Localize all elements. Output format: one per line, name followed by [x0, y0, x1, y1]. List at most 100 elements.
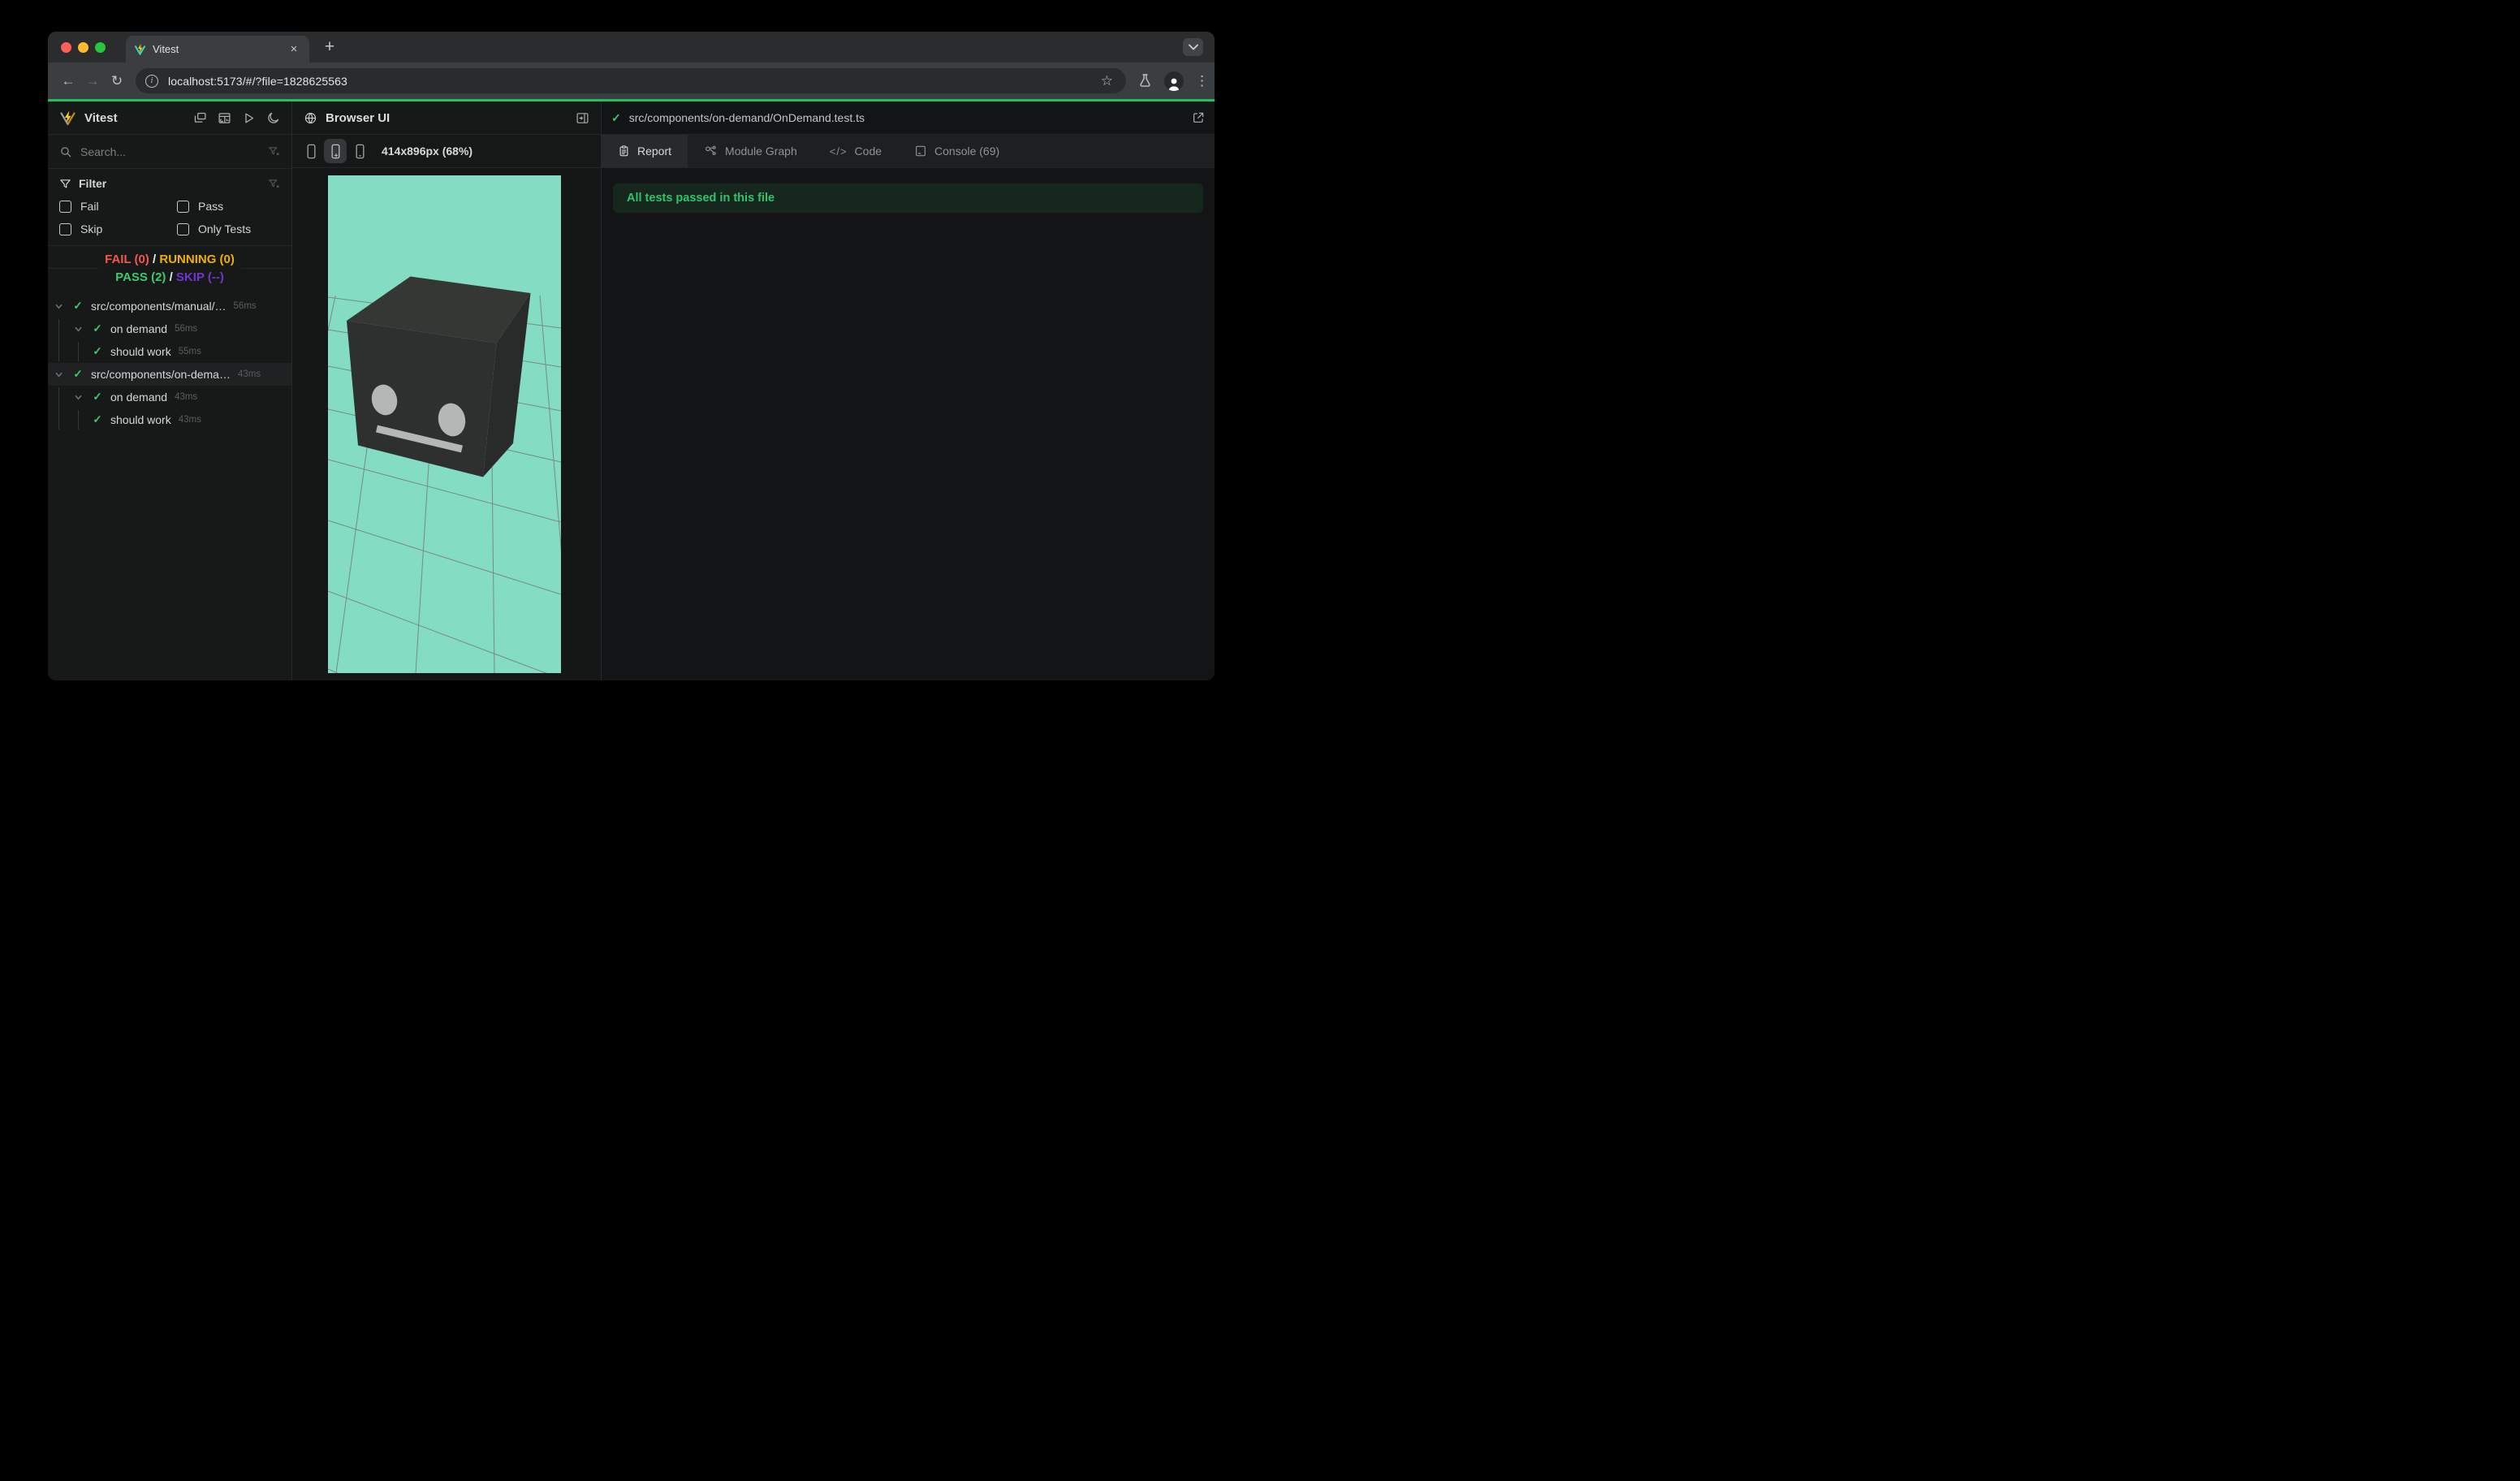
chevron-down-icon[interactable] [54, 370, 64, 379]
chevron-down-icon[interactable] [73, 325, 84, 334]
tree-row-test[interactable]: ✓ should work 43ms [48, 408, 291, 431]
sidebar-title: Vitest [84, 110, 118, 125]
device-phone-plus-button[interactable] [324, 139, 347, 163]
tab-close-icon[interactable]: × [287, 42, 301, 56]
globe-icon [304, 111, 317, 125]
dark-mode-moon-icon[interactable] [266, 111, 280, 125]
url-text[interactable]: localhost:5173/#/?file=1828625563 [168, 75, 1101, 88]
minimize-window-button[interactable] [78, 42, 88, 53]
pass-count: PASS (2) [115, 270, 166, 284]
browser-ui-title: Browser UI [326, 110, 391, 125]
filter-header: Filter [59, 177, 280, 190]
filter-option-fail[interactable]: Fail [59, 200, 177, 213]
zoom-window-button[interactable] [95, 42, 106, 53]
filter-section: Filter Fail Pass Skip Only Tests [48, 169, 291, 246]
test-suite-name: on demand [110, 391, 168, 404]
test-summary: FAIL (0) / RUNNING (0) PASS (2) / SKIP (… [48, 246, 291, 293]
summary-line-1: FAIL (0) / RUNNING (0) [48, 251, 291, 270]
search-input[interactable] [80, 145, 268, 158]
test-suite-name: on demand [110, 322, 168, 335]
toolbar-right-icons: ⋮ [1137, 71, 1209, 91]
device-phone-dock-button[interactable] [348, 139, 371, 163]
pass-check-icon: ✓ [73, 300, 83, 312]
ui-layout-icon[interactable] [193, 111, 207, 125]
back-button[interactable]: ← [56, 69, 80, 93]
clear-filter-icon[interactable] [268, 178, 280, 190]
filter-options: Fail Pass Skip Only Tests [59, 200, 280, 235]
test-tree: ✓ src/components/manual/… 56ms ✓ on dema… [48, 295, 291, 431]
open-external-icon[interactable] [1192, 111, 1205, 124]
dashboard-icon[interactable] [218, 111, 231, 125]
sidebar: Vitest Search... Filter Fail Pass Skip O… [48, 101, 292, 680]
panel-right-icon[interactable] [576, 111, 589, 125]
device-phone-small-button[interactable] [300, 139, 322, 163]
chrome-menu-icon[interactable]: ⋮ [1195, 73, 1209, 89]
filter-label: Fail [80, 200, 99, 213]
sidebar-header: Vitest [48, 101, 291, 135]
funnel-icon [59, 178, 71, 190]
tab-console[interactable]: Console (69) [898, 135, 1016, 167]
tree-row-test[interactable]: ✓ should work 55ms [48, 340, 291, 363]
summary-line-2: PASS (2) / SKIP (--) [48, 269, 291, 287]
filter-label: Pass [198, 200, 224, 213]
search-row [48, 135, 291, 169]
test-case-name: should work [110, 345, 171, 358]
tab-module-graph[interactable]: Module Graph [688, 135, 813, 167]
traffic-lights [61, 42, 106, 53]
chevron-down-icon[interactable] [73, 393, 84, 402]
browser-ui-panel: Browser UI 414x896px (68%) [292, 101, 602, 680]
filter-option-pass[interactable]: Pass [177, 200, 280, 213]
test-case-name: should work [110, 413, 171, 426]
tree-row-suite[interactable]: ✓ on demand 43ms [48, 386, 291, 408]
tree-row-suite[interactable]: ✓ on demand 56ms [48, 317, 291, 340]
checkbox-pass[interactable] [177, 200, 189, 213]
tab-search-button[interactable] [1183, 38, 1203, 56]
tab-code[interactable]: </> Code [813, 135, 898, 167]
test-duration: 43ms [175, 392, 198, 402]
bookmark-star-icon[interactable]: ☆ [1101, 73, 1113, 89]
skip-count: SKIP (--) [175, 270, 224, 284]
report-tabs: Report Module Graph </> Code Console (69… [602, 135, 1215, 168]
browser-window: Vitest × + ← → ↻ i localhost:5173/#/?fil… [48, 32, 1215, 680]
clear-filter-icon[interactable] [268, 145, 280, 158]
test-file-name: src/components/on-dema… [91, 368, 231, 381]
report-body: All tests passed in this file [602, 168, 1215, 680]
test-duration: 56ms [233, 301, 257, 311]
report-panel: ✓ src/components/on-demand/OnDemand.test… [602, 101, 1215, 680]
chevron-down-icon[interactable] [54, 302, 64, 311]
experiments-flask-icon[interactable] [1137, 73, 1153, 89]
filter-label: Skip [80, 222, 103, 235]
test-duration: 43ms [237, 369, 261, 379]
fail-count: FAIL (0) [105, 253, 149, 266]
tree-row-file-selected[interactable]: ✓ src/components/on-dema… 43ms [48, 363, 291, 386]
checkbox-skip[interactable] [59, 222, 71, 235]
filter-option-only-tests[interactable]: Only Tests [177, 222, 280, 235]
browser-toolbar: ← → ↻ i localhost:5173/#/?file=182862556… [48, 63, 1215, 99]
checkbox-only-tests[interactable] [177, 222, 189, 235]
test-duration: 56ms [175, 324, 198, 334]
browser-ui-header: Browser UI [292, 101, 601, 135]
forward-button[interactable]: → [80, 69, 105, 93]
tree-row-file[interactable]: ✓ src/components/manual/… 56ms [48, 295, 291, 317]
app-content: Vitest Search... Filter Fail Pass Skip O… [48, 101, 1215, 680]
tab-report[interactable]: Report [602, 135, 688, 167]
run-all-icon[interactable] [242, 111, 256, 125]
filter-option-skip[interactable]: Skip [59, 222, 177, 235]
test-duration: 43ms [178, 415, 201, 425]
new-tab-button[interactable]: + [319, 36, 340, 58]
robot-cube-scene [328, 175, 561, 673]
profile-avatar[interactable] [1164, 71, 1184, 91]
test-duration: 55ms [178, 347, 201, 356]
pass-check-icon: ✓ [73, 368, 83, 380]
browser-tab[interactable]: Vitest × [126, 36, 309, 63]
checkbox-fail[interactable] [59, 200, 71, 213]
reload-button[interactable]: ↻ [105, 69, 129, 93]
tab-label: Module Graph [725, 145, 797, 158]
test-viewport[interactable] [328, 175, 561, 673]
close-window-button[interactable] [61, 42, 71, 53]
site-info-icon[interactable]: i [145, 74, 158, 88]
tab-label: Report [637, 145, 672, 158]
pass-check-icon: ✓ [93, 345, 102, 357]
file-pass-check-icon: ✓ [611, 110, 621, 124]
address-bar[interactable]: i localhost:5173/#/?file=1828625563 ☆ [136, 68, 1126, 93]
